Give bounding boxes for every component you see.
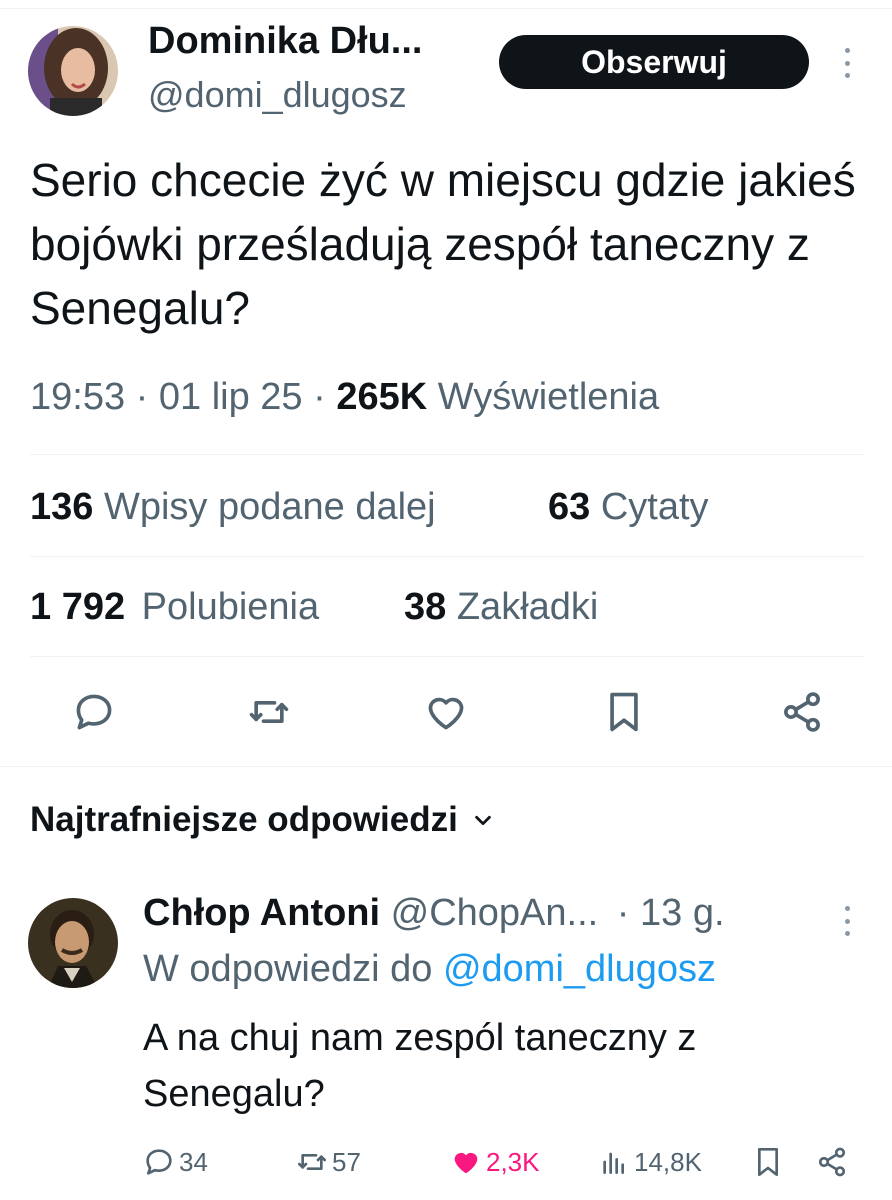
more-options-icon[interactable] [840,48,854,78]
retweets-label: Wpisy podane dalej [103,486,436,528]
quotes-count: 63 [548,486,591,528]
retweets-stat[interactable]: 136 Wpisy podane dalej [30,486,436,529]
reply-likes-count: 2,3K [486,1146,540,1177]
reply-author-avatar[interactable] [28,898,118,988]
bookmarks-stat[interactable]: 38 Zakładki [404,586,598,629]
likes-count: 1 792 [30,586,126,628]
meta-separator: · [135,376,149,418]
replies-section-title: Najtrafniejsze odpowiedzi [30,800,458,839]
reply-author-handle[interactable]: @ChopAn... [391,892,599,934]
bookmark-icon [758,1148,778,1176]
reply-to-line: W odpowiedzi do @domi_dlugosz [143,948,716,991]
divider [30,454,865,455]
views-count: 265K [336,376,428,418]
reply-like-button[interactable]: 2,3K [450,1146,540,1178]
share-icon[interactable] [780,690,824,734]
author-handle[interactable]: @domi_dlugosz [148,74,407,116]
reply-views-count: 14,8K [634,1146,702,1177]
replies-sort-dropdown[interactable]: Najtrafniejsze odpowiedzi [30,800,494,840]
reply-icon[interactable] [72,690,116,734]
heart-filled-icon [454,1152,478,1174]
share-icon [818,1147,846,1177]
reply-bookmark-button[interactable] [752,1146,784,1178]
bookmarks-count: 38 [404,586,447,628]
chevron-down-icon [475,815,491,826]
bookmarks-label: Zakładki [456,586,599,628]
tweet-text: Serio chcecie żyć w miejscu gdzie jakieś… [30,154,856,334]
tweet-date[interactable]: 01 lip 25 [159,376,303,418]
quotes-label: Cytaty [600,486,709,528]
bookmark-icon[interactable] [602,690,646,734]
tweet-meta: 19:53 · 01 lip 25 · 265K Wyświetlenia [30,376,659,419]
divider [30,656,865,657]
author-name[interactable]: Dominika Dłu... [148,20,422,63]
reply-retweet-button[interactable]: 57 [296,1146,361,1178]
like-icon[interactable] [424,690,468,734]
retweet-icon[interactable] [247,690,291,734]
reply-to-label: W odpowiedzi do [143,948,433,990]
retweets-count: 136 [30,486,94,528]
reply-replies-button[interactable]: 34 [143,1146,208,1178]
quotes-stat[interactable]: 63 Cytaty [548,486,709,529]
follow-button[interactable]: Obserwuj [499,35,809,89]
meta-separator: · [313,376,326,418]
reply-icon [146,1149,172,1175]
reply-to-handle-link[interactable]: @domi_dlugosz [443,948,716,990]
reply-replies-count: 34 [179,1146,208,1177]
reply-more-options-icon[interactable] [840,906,854,936]
tweet-time[interactable]: 19:53 [30,376,125,418]
divider [30,556,865,557]
reply-views-button[interactable]: 14,8K [598,1146,702,1178]
reply-retweets-count: 57 [332,1146,361,1177]
views-icon [603,1152,624,1174]
views-label: Wyświetlenia [437,376,660,418]
reply-share-button[interactable] [816,1146,848,1178]
retweet-icon [298,1154,326,1170]
top-divider [0,8,892,9]
likes-label: Polubienia [141,586,320,628]
reply-time[interactable]: · 13 g. [617,892,725,934]
author-avatar[interactable] [28,26,118,116]
likes-stat[interactable]: 1 792 Polubienia [30,586,319,629]
reply-author-name[interactable]: Chłop Antoni [143,892,380,934]
section-divider [0,766,892,767]
reply-text: A na chuj nam zespól taneczny z Senegalu… [143,1017,697,1115]
reply-author-line: Chłop Antoni @ChopAn... · 13 g. [143,892,725,935]
